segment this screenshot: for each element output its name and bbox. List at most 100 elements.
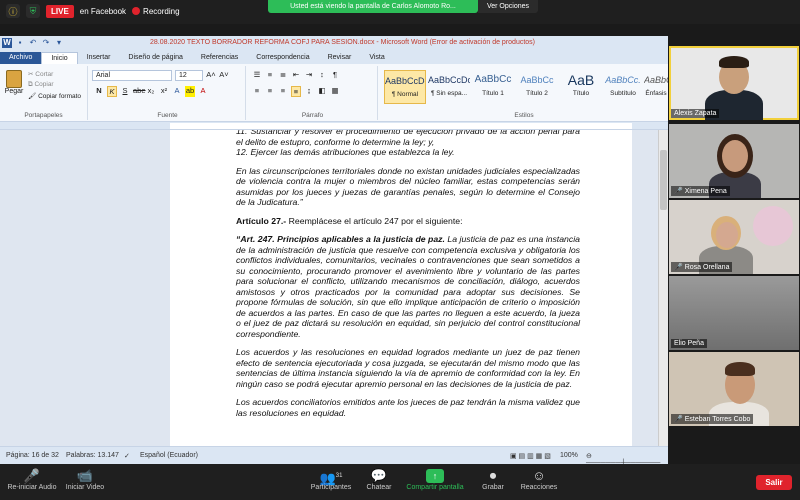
shading-icon[interactable]: ◧: [317, 86, 327, 97]
chat-button[interactable]: 💬 Chatear: [362, 468, 396, 491]
record-button[interactable]: ⏺ Grabar: [478, 468, 508, 491]
participant-hair: [725, 362, 755, 376]
participant-name-text: Ximena Pena: [684, 187, 727, 195]
copy-label: Copiar: [34, 81, 54, 88]
line-spacing-icon[interactable]: ↨: [304, 86, 314, 97]
redo-icon[interactable]: ↷: [41, 38, 51, 48]
horizontal-ruler[interactable]: [0, 122, 668, 130]
shrink-font-icon[interactable]: A˅: [219, 70, 229, 79]
show-marks-icon[interactable]: ¶: [330, 70, 340, 79]
italic-icon[interactable]: K: [107, 86, 117, 97]
view-options-button[interactable]: Ver Opciones: [478, 0, 538, 13]
tab-archivo[interactable]: Archivo: [0, 52, 42, 64]
participant-name-text: Alexis Zapata: [674, 110, 717, 117]
bullets-icon[interactable]: ☰: [252, 70, 262, 79]
format-painter-button[interactable]: 🖌 Copiar formato: [28, 92, 81, 100]
document-body[interactable]: 11. Sustanciar y resolver el procedimien…: [236, 130, 580, 426]
participant-name-text: Rosa Orellana: [684, 263, 730, 271]
flowers-background: [753, 206, 793, 246]
word-count[interactable]: Palabras: 13.147: [66, 452, 119, 459]
tab-revisar[interactable]: Revisar: [319, 52, 361, 64]
strikethrough-icon[interactable]: abe: [133, 86, 146, 97]
style-sample: AaBbCc: [520, 75, 554, 85]
word-window: W ▪ ↶ ↷ ▾ 28.08.2020 TEXTO BORRADOR REFO…: [0, 36, 668, 475]
sort-icon[interactable]: ↕: [317, 70, 327, 79]
audio-button[interactable]: 🎤 Re-iniciar Audio: [4, 468, 60, 491]
decrease-indent-icon[interactable]: ⇤: [291, 70, 301, 79]
undo-icon[interactable]: ↶: [28, 38, 38, 48]
style-heading-1[interactable]: AaBbCc Título 1: [472, 70, 514, 104]
align-right-icon[interactable]: ≡: [278, 86, 288, 97]
participant-name: Alexis Zapata: [671, 109, 720, 118]
tab-vista[interactable]: Vista: [360, 52, 393, 64]
language-indicator[interactable]: Español (Ecuador): [140, 452, 198, 459]
borders-icon[interactable]: ▦: [330, 86, 340, 97]
style-name: Título 1: [482, 90, 504, 97]
video-gallery: Alexis Zapata 🎤 Ximena Pena 🎤 Rosa Orellan…: [668, 36, 800, 464]
superscript-icon[interactable]: x²: [159, 86, 169, 97]
style-emphasis[interactable]: AaBbCcL Énfasis: [644, 70, 668, 104]
tab-correspondencia[interactable]: Correspondencia: [247, 52, 318, 64]
bold-icon[interactable]: N: [94, 86, 104, 97]
live-badge[interactable]: LIVE: [46, 4, 74, 18]
participants-button[interactable]: 👥31 Participantes: [306, 468, 356, 491]
paste-button[interactable]: Pegar: [4, 70, 24, 102]
video-tile[interactable]: Elio Peña: [669, 276, 799, 350]
subscript-icon[interactable]: x₂: [146, 86, 156, 97]
font-format-row: N K S abe x₂ x² A ab A: [94, 86, 208, 97]
font-size-select[interactable]: 12: [175, 70, 203, 81]
numbering-icon[interactable]: ≡: [265, 70, 275, 79]
video-button[interactable]: 📹 Iniciar Video: [62, 468, 108, 491]
style-subtitle[interactable]: AaBbCc. Subtítulo: [602, 70, 644, 104]
quick-access-toolbar: W ▪ ↶ ↷ ▾: [2, 38, 64, 48]
font-color-icon[interactable]: A: [198, 86, 208, 97]
zoom-level[interactable]: 100%: [560, 452, 578, 459]
video-tile[interactable]: 🎤 Esteban Torres Cobo: [669, 352, 799, 426]
video-tile[interactable]: 🎤 Rosa Orellana: [669, 200, 799, 274]
align-center-icon[interactable]: ≡: [265, 86, 275, 97]
share-screen-button[interactable]: ↑ Compartir pantalla: [404, 468, 466, 491]
customize-icon[interactable]: ▾: [54, 38, 64, 48]
view-buttons[interactable]: ▣ ▤ ▥ ▦ ▧: [510, 452, 551, 460]
cut-button[interactable]: ✂ Cortar: [28, 70, 53, 78]
style-no-spacing[interactable]: AaBbCcDc ¶ Sin espa...: [428, 70, 470, 104]
recording-indicator[interactable]: Recording: [132, 6, 180, 16]
proofing-icon[interactable]: ✓: [124, 452, 130, 460]
style-name: ¶ Normal: [391, 91, 419, 98]
grow-font-icon[interactable]: A˄: [206, 70, 216, 79]
participants-count: 31: [335, 473, 343, 479]
zoom-top-bar: ⓘ ⛨ LIVE en Facebook Recording Usted est…: [0, 0, 800, 24]
justify-icon[interactable]: ≡: [291, 86, 301, 97]
video-tile[interactable]: 🎤 Ximena Pena: [669, 124, 799, 198]
shield-icon[interactable]: ⛨: [26, 4, 40, 18]
mic-off-icon: 🎤: [23, 468, 41, 483]
tab-insertar[interactable]: Insertar: [78, 52, 120, 64]
ruler-track: [170, 123, 632, 129]
font-group: Arial 12 A˄ A˅ N K S abe x₂ x² A ab A Fu…: [90, 66, 246, 120]
style-normal[interactable]: AaBbCcDc ¶ Normal: [384, 70, 426, 104]
tab-diseno-pagina[interactable]: Diseño de página: [119, 52, 192, 64]
copy-button[interactable]: ⧉ Copiar: [28, 81, 54, 89]
reactions-button[interactable]: ☺ Reacciones: [518, 468, 560, 491]
increase-indent-icon[interactable]: ⇥: [304, 70, 314, 79]
multilevel-list-icon[interactable]: ≣: [278, 70, 288, 79]
vertical-scrollbar[interactable]: [658, 130, 668, 446]
video-tile[interactable]: Alexis Zapata: [669, 46, 799, 120]
info-icon[interactable]: ⓘ: [6, 4, 20, 18]
save-icon[interactable]: ▪: [15, 38, 25, 48]
tab-inicio[interactable]: Inicio: [41, 52, 78, 64]
page-count[interactable]: Página: 16 de 32: [6, 452, 59, 459]
text-effects-icon[interactable]: A: [172, 86, 182, 97]
scroll-thumb[interactable]: [660, 150, 667, 210]
align-left-icon[interactable]: ≡: [252, 86, 262, 97]
underline-icon[interactable]: S: [120, 86, 130, 97]
font-name-select[interactable]: Arial: [92, 70, 172, 81]
style-heading-2[interactable]: AaBbCc Título 2: [516, 70, 558, 104]
leave-button[interactable]: Salir: [756, 475, 792, 490]
highlight-icon[interactable]: ab: [185, 86, 195, 97]
style-title[interactable]: AaB Título: [560, 70, 602, 104]
tab-referencias[interactable]: Referencias: [192, 52, 247, 64]
recording-label: Recording: [143, 6, 180, 16]
cut-label: Cortar: [35, 71, 54, 78]
document-page[interactable]: 11. Sustanciar y resolver el procedimien…: [170, 130, 632, 446]
